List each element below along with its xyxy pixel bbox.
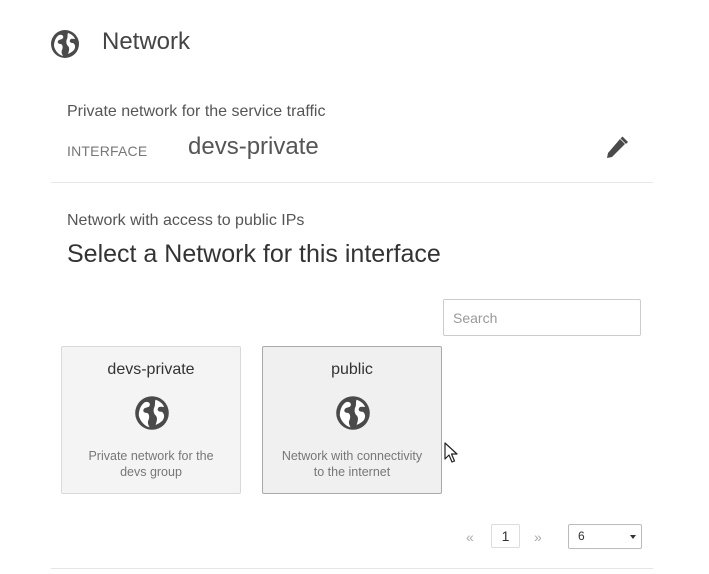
page-size-value: 6	[578, 529, 585, 543]
pagination-prev-button[interactable]: «	[466, 529, 474, 545]
pagination-current-page[interactable]: 1	[491, 524, 520, 548]
pagination-next-button[interactable]: »	[534, 529, 542, 545]
page-title: Network	[102, 28, 191, 55]
section-divider	[51, 182, 653, 183]
network-card-title: devs-private	[107, 361, 195, 378]
globe-icon	[134, 395, 170, 431]
network-card-description: Network with connectivity to the interne…	[281, 449, 423, 479]
network-card-devs-private[interactable]: devs-private Private network for the dev…	[61, 346, 241, 494]
globe-icon	[50, 29, 80, 59]
interface-label: INTERFACE	[67, 143, 148, 159]
globe-icon	[335, 395, 371, 431]
select-network-heading: Select a Network for this interface	[67, 240, 441, 268]
network-card-public[interactable]: public Network with connectivity to the …	[262, 346, 442, 494]
private-network-description: Private network for the service traffic	[67, 103, 326, 120]
mouse-cursor-icon	[444, 442, 460, 464]
search-input[interactable]	[443, 299, 641, 336]
pencil-icon	[607, 136, 628, 158]
caret-down-icon	[630, 535, 636, 539]
public-network-description: Network with access to public IPs	[67, 212, 305, 229]
network-card-title: public	[331, 361, 373, 378]
network-card-description: Private network for the devs group	[88, 449, 214, 479]
edit-interface-button[interactable]	[603, 136, 629, 162]
page-size-select[interactable]: 6	[568, 524, 642, 549]
interface-value: devs-private	[188, 133, 319, 160]
section-divider	[51, 568, 653, 569]
